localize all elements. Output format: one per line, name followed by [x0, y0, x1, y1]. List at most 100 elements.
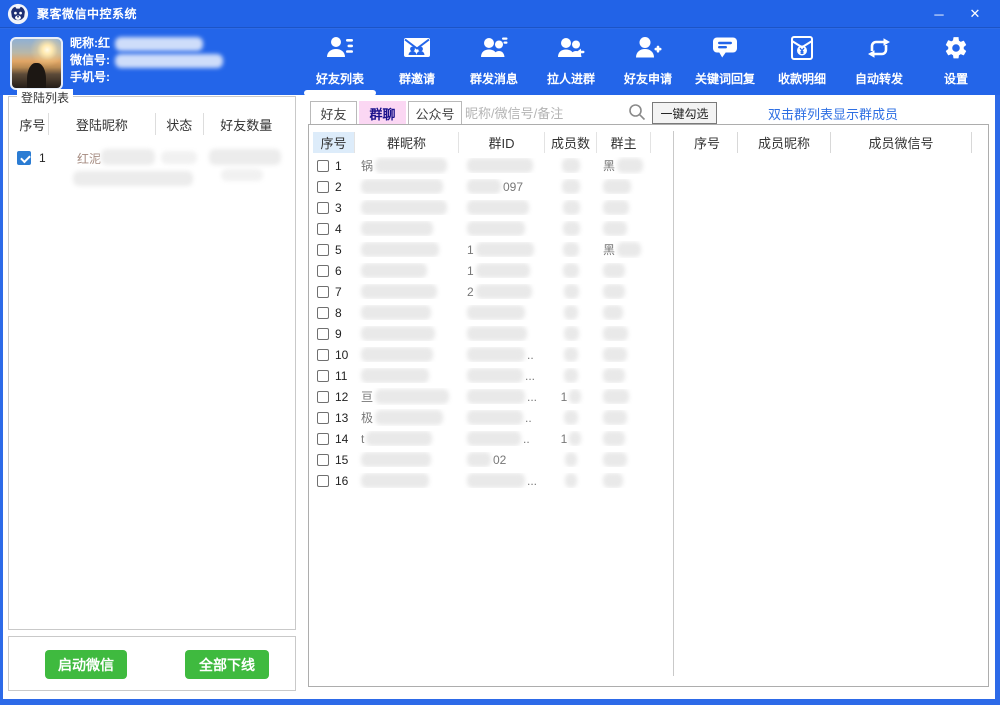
group-row-seq: 14: [335, 432, 348, 446]
nav-friend-list[interactable]: 好友列表: [308, 35, 372, 87]
tab-friends[interactable]: 好友: [310, 101, 357, 125]
group-row-checkbox[interactable]: [317, 328, 329, 340]
nav-group-invite[interactable]: 群邀请: [385, 35, 449, 87]
group-row-checkbox[interactable]: [317, 391, 329, 403]
group-row-checkbox[interactable]: [317, 160, 329, 172]
group-row-checkbox[interactable]: [317, 202, 329, 214]
auto-forward-icon: [864, 35, 894, 61]
group-row-owner: [597, 452, 651, 467]
wechat-label: 微信号:: [70, 52, 110, 69]
nav-group-send[interactable]: 群发消息: [462, 35, 526, 87]
group-row[interactable]: 3: [313, 197, 655, 218]
nav-label: 关键词回复: [695, 70, 755, 87]
group-row-id: [459, 158, 545, 173]
group-row-id: 02: [459, 452, 545, 467]
main-nav: 好友列表 群邀请 群发消息: [308, 35, 988, 87]
redacted-block: [603, 200, 629, 215]
redacted-block: [361, 284, 437, 299]
nav-settings[interactable]: 设置: [924, 35, 988, 87]
group-row[interactable]: 8: [313, 302, 655, 323]
all-offline-button[interactable]: 全部下线: [185, 650, 269, 679]
group-row-id: [459, 200, 545, 215]
col-friend-count: 好友数量: [204, 113, 289, 135]
tab-groups[interactable]: 群聊: [359, 101, 406, 125]
group-row[interactable]: 12 亘 ... 1: [313, 386, 655, 407]
user-info: 昵称: 红 微信号: 手机号:: [70, 35, 223, 86]
group-row[interactable]: 10 ..: [313, 344, 655, 365]
group-row[interactable]: 11 ...: [313, 365, 655, 386]
nav-friend-request[interactable]: 好友申请: [616, 35, 680, 87]
redacted-block: [563, 200, 580, 215]
show-members-hint-link[interactable]: 双击群列表显示群成员: [768, 104, 898, 123]
col-seq: 序号: [313, 132, 355, 153]
col-status: 状态: [156, 113, 204, 135]
redacted-block: [603, 452, 627, 467]
group-row-id: 1: [459, 263, 545, 278]
group-row[interactable]: 5 1 黑: [313, 239, 655, 260]
redacted-block: [361, 242, 439, 257]
nav-auto-forward[interactable]: 自动转发: [847, 35, 911, 87]
group-row-id: [459, 221, 545, 236]
redacted-block: [564, 410, 578, 425]
group-row[interactable]: 15 02: [313, 449, 655, 470]
group-row-name: [355, 242, 459, 257]
redacted-block: [361, 473, 429, 488]
group-row-name: [355, 200, 459, 215]
group-row-checkbox[interactable]: [317, 265, 329, 277]
redacted-block: [569, 431, 581, 446]
group-row[interactable]: 2 097: [313, 176, 655, 197]
group-row-checkbox[interactable]: [317, 223, 329, 235]
group-row[interactable]: 9: [313, 323, 655, 344]
group-row-name: [355, 326, 459, 341]
select-all-button[interactable]: 一键勾选: [652, 102, 717, 124]
col-seq: 序号: [677, 132, 738, 153]
redacted-block: [73, 171, 193, 186]
redacted-block: [361, 347, 433, 362]
group-row-owner: [597, 263, 651, 278]
close-button[interactable]: ✕: [958, 0, 992, 28]
group-row-member-count: 1: [545, 431, 597, 446]
login-row-nickname: 红泥: [77, 150, 101, 167]
group-row[interactable]: 13 极 ..: [313, 407, 655, 428]
minimize-button[interactable]: ─: [922, 0, 956, 28]
group-row[interactable]: 7 2: [313, 281, 655, 302]
group-row-checkbox[interactable]: [317, 370, 329, 382]
group-row[interactable]: 6 1: [313, 260, 655, 281]
nav-keyword-reply[interactable]: 关键词回复: [693, 35, 757, 87]
wechat-redacted: [115, 54, 223, 68]
group-row-member-count: [545, 410, 597, 425]
login-actions-panel: 启动微信 全部下线: [8, 636, 296, 691]
redacted-block: [467, 326, 527, 341]
group-row[interactable]: 1 锅 黑: [313, 155, 655, 176]
redacted-block: [366, 431, 432, 446]
group-row-checkbox[interactable]: [317, 412, 329, 424]
group-row-checkbox[interactable]: [317, 433, 329, 445]
group-row[interactable]: 14 t .. 1: [313, 428, 655, 449]
group-row-member-count: [545, 473, 597, 488]
group-row-member-count: [545, 284, 597, 299]
group-row-checkbox[interactable]: [317, 286, 329, 298]
search-input[interactable]: [465, 101, 623, 125]
nav-payment-detail[interactable]: 收款明细: [770, 35, 834, 87]
redacted-block: [603, 347, 627, 362]
group-row-checkbox[interactable]: [317, 475, 329, 487]
nav-pull-into-group[interactable]: 拉人进群: [539, 35, 603, 87]
group-row-seq: 15: [335, 453, 348, 467]
group-row-name: 亘: [355, 388, 459, 405]
group-row-name: [355, 368, 459, 383]
group-row-checkbox[interactable]: [317, 181, 329, 193]
table-divider: [673, 131, 674, 676]
group-row-checkbox[interactable]: [317, 244, 329, 256]
redacted-block: [161, 151, 197, 164]
redacted-block: [467, 158, 533, 173]
group-row-id: [459, 305, 545, 320]
group-row-checkbox[interactable]: [317, 307, 329, 319]
tab-official-accounts[interactable]: 公众号: [408, 101, 462, 125]
start-wechat-button[interactable]: 启动微信: [45, 650, 127, 679]
group-row[interactable]: 16 ...: [313, 470, 655, 491]
group-row-checkbox[interactable]: [317, 454, 329, 466]
group-row-id: ...: [459, 389, 545, 404]
group-row[interactable]: 4: [313, 218, 655, 239]
login-row-checkbox[interactable]: [17, 151, 31, 165]
group-row-checkbox[interactable]: [317, 349, 329, 361]
